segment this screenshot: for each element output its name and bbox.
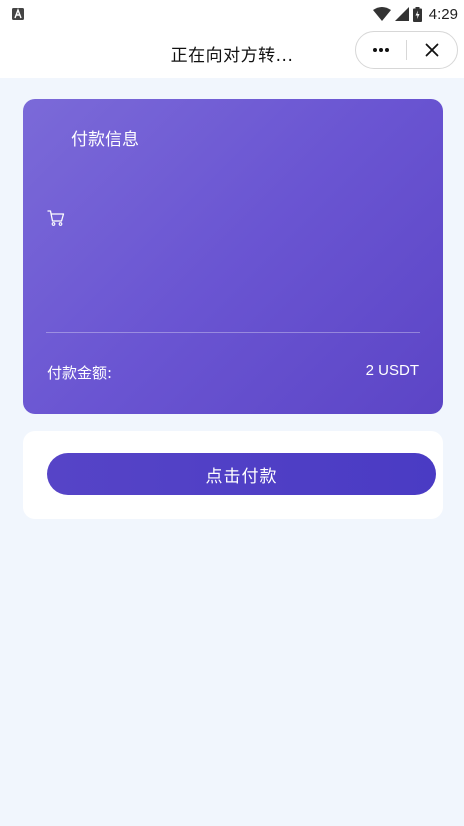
status-bar: 4:29 <box>0 0 464 28</box>
cart-icon <box>47 210 65 226</box>
status-time: 4:29 <box>428 5 458 23</box>
amount-value: 2 USDT <box>365 362 419 379</box>
amount-label: 付款金额: <box>47 364 113 382</box>
more-button[interactable] <box>356 32 406 68</box>
action-panel: 点击付款 <box>23 431 443 519</box>
card-title: 付款信息 <box>71 130 139 150</box>
notification-a-icon <box>12 8 24 20</box>
mini-program-capsule <box>355 31 458 69</box>
battery-charging-icon <box>412 6 422 22</box>
signal-icon <box>394 7 409 21</box>
payment-info-card: 付款信息 付款金额: 2 USDT <box>23 99 443 414</box>
status-icons: 4:29 <box>372 4 458 24</box>
page-header: 正在向对方转... <box>0 28 464 78</box>
close-icon <box>425 43 439 57</box>
more-dots-icon <box>373 48 389 52</box>
wifi-icon <box>372 7 391 21</box>
close-button[interactable] <box>407 32 457 68</box>
pay-button[interactable]: 点击付款 <box>47 453 436 495</box>
card-divider <box>46 332 420 333</box>
